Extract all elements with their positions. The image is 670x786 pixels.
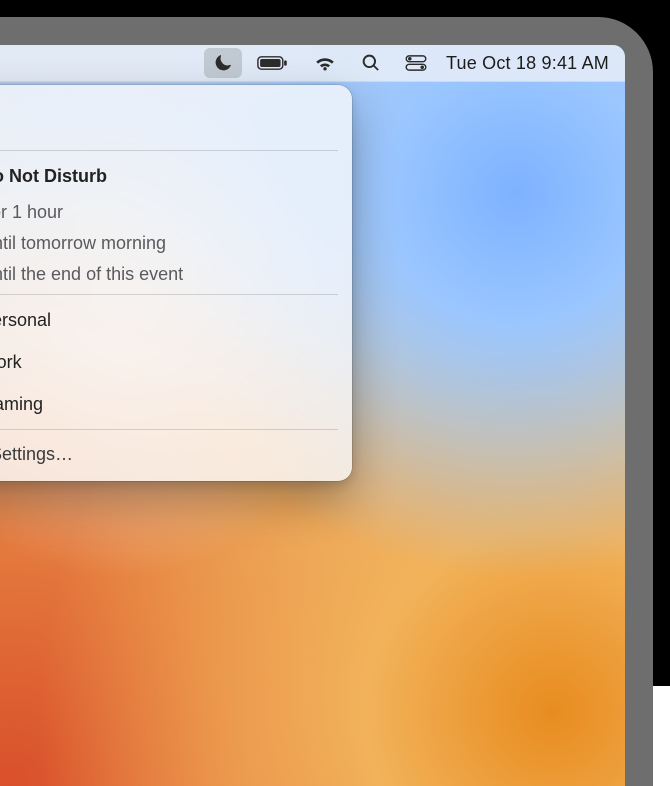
focus-mode-dnd[interactable]: Do Not Disturb bbox=[0, 155, 346, 197]
focus-mode-label: Gaming bbox=[0, 394, 43, 415]
battery-icon bbox=[257, 55, 289, 71]
control-center-menu-item[interactable] bbox=[396, 48, 436, 78]
dnd-option-tomorrow[interactable]: Until tomorrow morning bbox=[0, 228, 346, 259]
separator bbox=[0, 294, 338, 295]
control-center-icon bbox=[405, 55, 427, 71]
dnd-option-1hour[interactable]: For 1 hour bbox=[0, 197, 346, 228]
focus-mode-label: Do Not Disturb bbox=[0, 166, 107, 187]
menu-bar: Tue Oct 18 9:41 AM bbox=[0, 45, 625, 82]
dnd-option-event-end[interactable]: Until the end of this event bbox=[0, 259, 346, 290]
focus-mode-work[interactable]: Work bbox=[0, 341, 346, 383]
spotlight-menu-item[interactable] bbox=[352, 48, 390, 78]
focus-menu-button[interactable] bbox=[204, 48, 242, 78]
wifi-icon bbox=[313, 54, 337, 72]
separator bbox=[0, 150, 338, 151]
device-frame: Tue Oct 18 9:41 AM Focus On Do Not Distu… bbox=[0, 0, 670, 686]
focus-settings-link[interactable]: Focus Settings… bbox=[0, 434, 346, 475]
panel-header: Focus On bbox=[0, 95, 352, 146]
battery-menu-item[interactable] bbox=[248, 48, 298, 78]
focus-dropdown-panel: Focus On Do Not Disturb For 1 hour Until… bbox=[0, 85, 352, 481]
panel-title: Focus bbox=[0, 99, 334, 121]
screen: Tue Oct 18 9:41 AM Focus On Do Not Distu… bbox=[0, 45, 625, 786]
focus-mode-personal[interactable]: Personal bbox=[0, 299, 346, 341]
focus-mode-label: Work bbox=[0, 352, 22, 373]
focus-mode-gaming[interactable]: Gaming bbox=[0, 383, 346, 425]
panel-status: On bbox=[0, 120, 334, 138]
separator bbox=[0, 429, 338, 430]
moon-icon bbox=[213, 53, 233, 73]
wifi-menu-item[interactable] bbox=[304, 48, 346, 78]
search-icon bbox=[361, 53, 381, 73]
focus-mode-label: Personal bbox=[0, 310, 51, 331]
menu-bar-clock[interactable]: Tue Oct 18 9:41 AM bbox=[442, 48, 615, 78]
